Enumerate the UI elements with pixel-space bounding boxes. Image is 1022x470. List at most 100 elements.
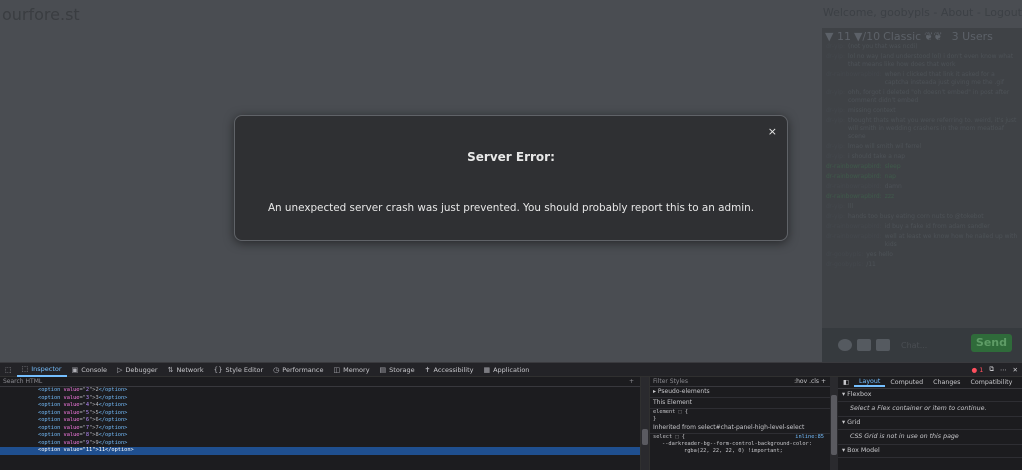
tab-accessibility[interactable]: ✝ Accessibility: [420, 363, 479, 377]
chat-username[interactable]: dr-rainbowrapbird:: [826, 173, 882, 181]
chat-username[interactable]: dr-rainbowrapbird:: [826, 233, 882, 249]
inspector-markup-pane: Search HTML + <option value="2">2</optio…: [0, 377, 640, 470]
html-search[interactable]: Search HTML +: [0, 377, 640, 387]
style-tools[interactable]: :hov .cls +: [794, 377, 830, 386]
chat-username[interactable]: dr-yip:: [826, 107, 845, 115]
chat-username[interactable]: dr-yip:: [826, 213, 845, 221]
sidebar-toggle-icon[interactable]: ◧: [838, 379, 854, 386]
element-rule: element ⬚ {: [653, 409, 689, 415]
tab-storage[interactable]: ▤ Storage: [375, 363, 420, 377]
tab-console[interactable]: ▣ Console: [67, 363, 112, 377]
chat-message: dr-rainbowrapbird: well at least we know …: [822, 232, 1022, 250]
chat-username[interactable]: dr-rainbowrapbird:: [826, 193, 882, 201]
rules-scrollbar[interactable]: [830, 377, 838, 470]
chat-message: dr-rainbowrapbird: zzz: [822, 192, 1022, 202]
chat-username[interactable]: dr-yip:: [826, 153, 845, 161]
chat-text: nap: [884, 173, 896, 180]
tab-style-editor[interactable]: {} Style Editor: [209, 363, 269, 377]
tab-inspector[interactable]: ⬚ Inspector: [16, 363, 67, 377]
pick-element-icon[interactable]: ⬚: [0, 363, 17, 377]
chat-username[interactable]: dr-goobypls:: [826, 251, 863, 259]
chat-input[interactable]: Chat...: [901, 341, 927, 350]
chat-username[interactable]: dr-rainbowrapbird:: [826, 71, 882, 87]
markup-node-option[interactable]: <option value="2">2</option>: [0, 387, 640, 395]
chat-text: /11: [866, 261, 876, 268]
css-prop[interactable]: --darkreader-bg--form-control-background…: [650, 441, 830, 448]
tab-compatibility[interactable]: Compatibility: [965, 379, 1017, 386]
css-prop-value[interactable]: rgba(22, 22, 22, 0) !important;: [650, 448, 830, 455]
chat-username[interactable]: dr-yip:: [826, 89, 845, 105]
chat-text: yes hello: [866, 251, 893, 258]
chat-username[interactable]: dr-yip:: [826, 203, 845, 211]
tab-performance[interactable]: ◷ Performance: [268, 363, 328, 377]
chat-username[interactable]: dr-rainbowrapbird:: [826, 223, 882, 231]
chat-username[interactable]: dr-yip:: [826, 43, 845, 51]
volume-select[interactable]: ▼ 11: [825, 30, 851, 43]
element-rule-close: }: [653, 416, 657, 422]
flexbox-section[interactable]: ▾ Flexbox: [838, 389, 1022, 402]
tab-label: Inspector: [31, 364, 62, 373]
rules-pane: Filter Styles :hov .cls + ▸ Pseudo-eleme…: [650, 377, 830, 470]
chat-message: dr-yip: missing context: [822, 106, 1022, 116]
chat-text: hands too busy eating corn nuts to @toke…: [848, 213, 984, 220]
debugger-icon: ▷: [117, 365, 123, 374]
send-button[interactable]: Send: [970, 334, 1012, 352]
chat-username[interactable]: dr-yip:: [826, 53, 845, 69]
markup-node-option[interactable]: <option value="3">3</option>: [0, 395, 640, 403]
tab-computed[interactable]: Computed: [885, 379, 928, 386]
markup-scrollbar[interactable]: [641, 377, 649, 470]
more-icon[interactable]: ⋯: [1000, 366, 1007, 374]
chat-username[interactable]: dr-goobypls:: [826, 261, 863, 269]
chat-username[interactable]: dr-yip:: [826, 143, 845, 151]
chat-username[interactable]: dr-yip:: [826, 117, 845, 141]
markup-node-option[interactable]: <option value="9">9</option>: [0, 440, 640, 448]
search-html-input[interactable]: Search HTML: [3, 377, 42, 386]
chat-text: i should take a nap: [848, 153, 906, 160]
chat-username[interactable]: dr-rainbowrapbird:: [826, 183, 882, 191]
chat-text: (not you that was ncdi): [848, 43, 918, 50]
top-nav[interactable]: Welcome, goobypls - About - Logout: [823, 6, 1022, 19]
close-devtools-icon[interactable]: ✕: [1013, 366, 1018, 374]
tab-layout[interactable]: Layout: [853, 378, 886, 387]
close-icon[interactable]: ×: [768, 125, 777, 138]
pseudo-elements-toggle[interactable]: ▸ Pseudo-elements: [650, 387, 830, 398]
tab-label: Style Editor: [225, 365, 264, 374]
gear-icon[interactable]: [838, 339, 852, 351]
mode-select[interactable]: Classic: [883, 30, 921, 43]
tab-application[interactable]: ▦ Application: [478, 363, 534, 377]
chat-message: dr-yip: thought thats what you were refer…: [822, 116, 1022, 142]
tab-debugger[interactable]: ▷ Debugger: [112, 363, 163, 377]
markup-node-option[interactable]: <option value="11">11</option>: [0, 447, 640, 455]
chat-message: dr-goobypls: yes hello: [822, 250, 1022, 260]
tab-label: Accessibility: [433, 365, 474, 374]
inline-link[interactable]: inline:85: [795, 434, 827, 441]
tab-memory[interactable]: ◫ Memory: [328, 363, 374, 377]
chat-text: damn: [884, 183, 902, 190]
chat-username[interactable]: dr-rainbowrapbird:: [826, 163, 882, 171]
add-node-button[interactable]: +: [629, 377, 640, 386]
markup-node-option[interactable]: <option value="7">7</option>: [0, 425, 640, 433]
box-model-section[interactable]: ▾ Box Model: [838, 445, 1022, 458]
tab-network[interactable]: ⇅ Network: [163, 363, 209, 377]
markup-node-option[interactable]: <option value="4">4</option>: [0, 402, 640, 410]
markup-node-option[interactable]: <option value="8">8</option>: [0, 432, 640, 440]
error-count[interactable]: ● 1: [972, 366, 984, 374]
storage-icon: ▤: [379, 365, 387, 374]
network-icon: ⇅: [167, 365, 174, 374]
filter-styles-input[interactable]: Filter Styles: [653, 377, 688, 386]
modal-message: An unexpected server crash was just prev…: [267, 202, 755, 214]
chat-footer: Chat... Send: [822, 328, 1022, 362]
user-count[interactable]: 3 Users: [952, 30, 993, 43]
grid-section[interactable]: ▾ Grid: [838, 417, 1022, 430]
site-logo[interactable]: ourfore.st: [2, 5, 80, 24]
responsive-icon[interactable]: ⧉: [989, 365, 994, 374]
image-icon[interactable]: [876, 339, 890, 351]
chat-message: dr-yip: i should take a nap: [822, 152, 1022, 162]
markup-node-option[interactable]: <option value="6">6</option>: [0, 417, 640, 425]
tab-changes[interactable]: Changes: [928, 379, 965, 386]
emote-icon[interactable]: [857, 339, 871, 351]
ratio-select[interactable]: ▼/10: [854, 30, 880, 43]
devtools-toolbar: ⬚ ⬚ Inspector ▣ Console ▷ Debugger ⇅ Network{} S…: [0, 362, 1022, 377]
chat-text: lol no way (and understood lol) i don't …: [848, 53, 1014, 68]
markup-node-option[interactable]: <option value="5">5</option>: [0, 410, 640, 418]
